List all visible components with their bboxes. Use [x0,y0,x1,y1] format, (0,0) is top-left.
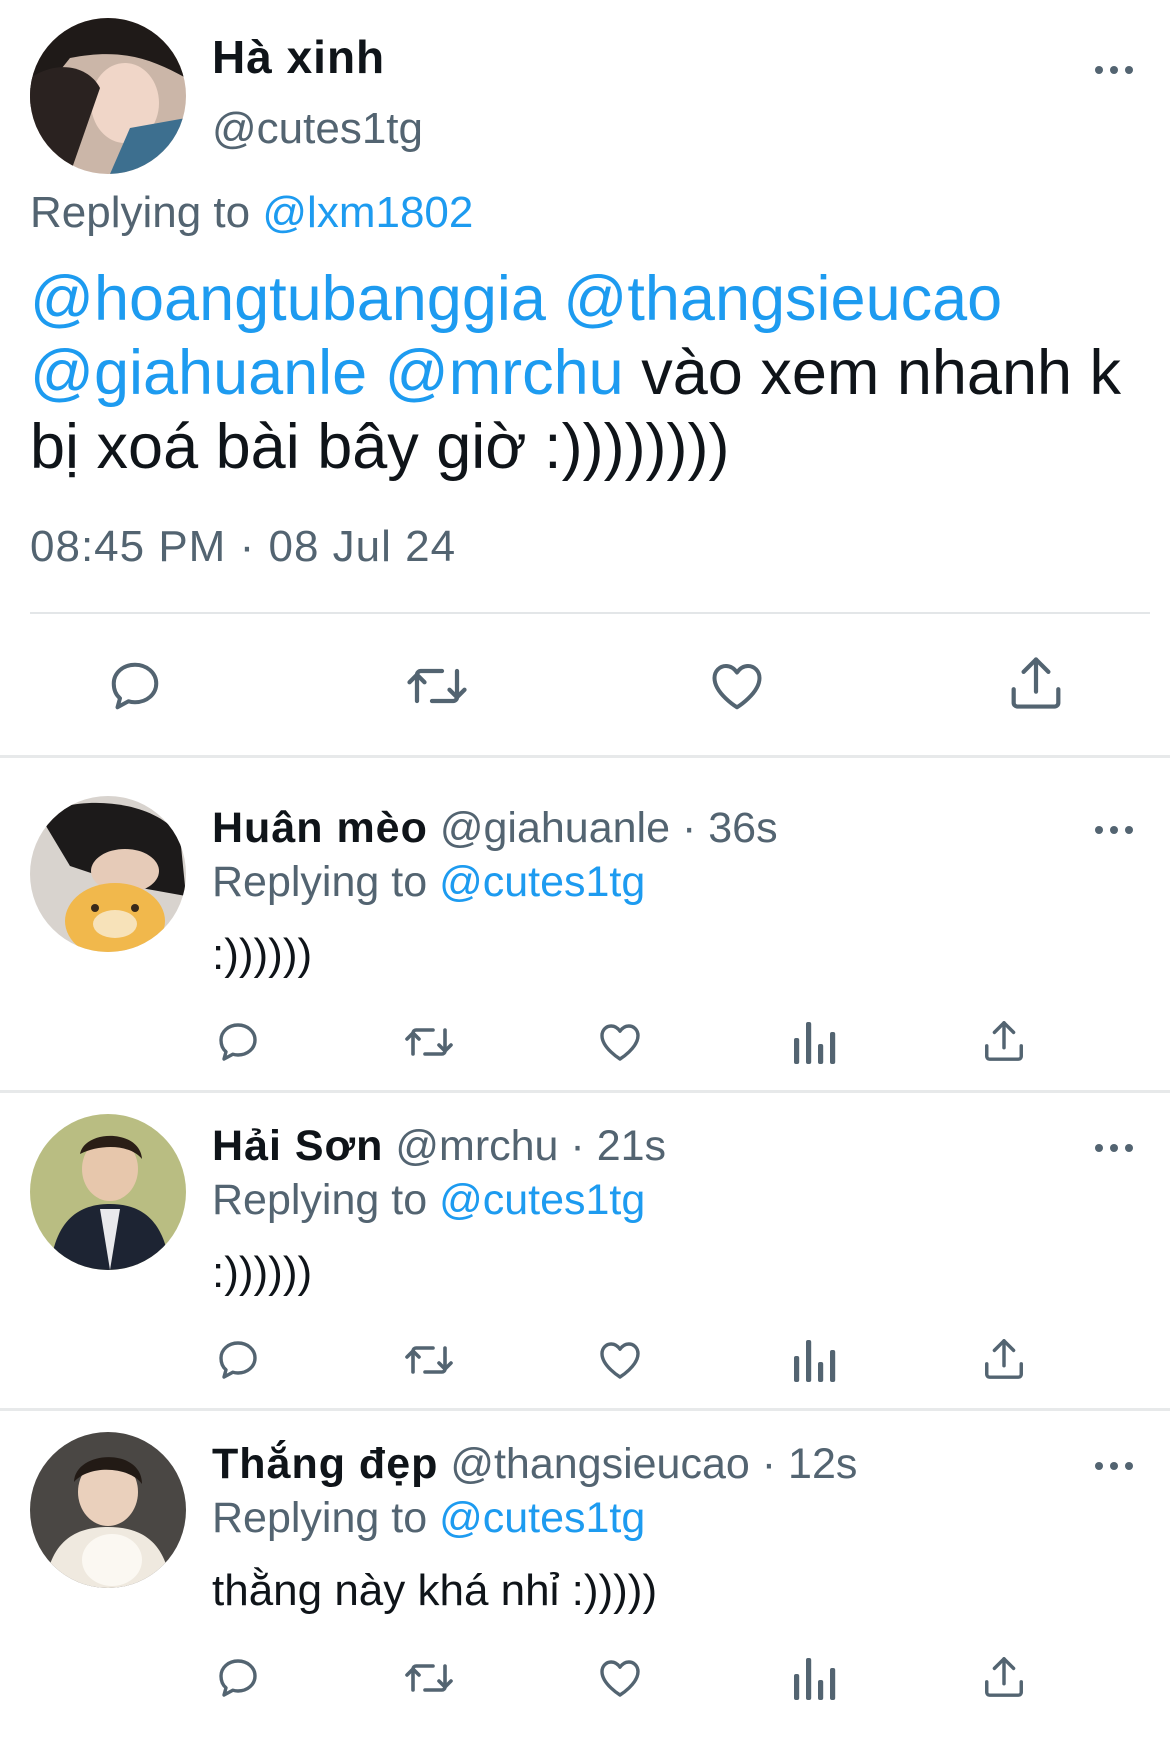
share-icon[interactable] [981,1334,1027,1384]
display-name[interactable]: Hải Sơn [212,1122,383,1170]
replying-to-handle-link[interactable]: @cutes1tg [439,1494,645,1542]
more-options-icon[interactable] [1095,820,1139,840]
replying-to-label: Replying to [212,858,428,906]
share-icon[interactable] [981,1016,1027,1066]
retweet-icon[interactable] [402,1654,456,1702]
reply-time[interactable]: 36s [708,804,777,852]
reply-header: Huân mèo @giahuanle · 36s [212,804,778,853]
mention-link[interactable]: @thangsieucao [563,264,1002,334]
separator-dot: · [761,1440,777,1488]
replying-to-handle-link[interactable]: @lxm1802 [262,188,473,237]
reply-tweet[interactable]: Hải Sơn @mrchu · 21s Replying to @cutes1… [0,1110,1170,1428]
reply-text: :)))))) [212,930,313,979]
reply-icon[interactable] [214,1336,262,1384]
reply-text: thằng này khá nhỉ :))))) [212,1566,658,1615]
reply-icon[interactable] [105,656,165,716]
separator-dot: · [570,1122,585,1170]
retweet-icon[interactable] [404,656,470,716]
replying-to-handle-link[interactable]: @cutes1tg [439,1176,645,1224]
divider [0,1090,1170,1093]
divider [0,755,1170,758]
analytics-icon[interactable] [792,1338,836,1384]
like-icon[interactable] [596,1018,644,1066]
separator-dot: · [681,804,697,852]
reply-icon[interactable] [214,1654,262,1702]
separator-dot: · [239,522,256,571]
mention-link[interactable]: @giahuanle [30,338,367,408]
replying-to: Replying to @cutes1tg [212,858,645,907]
user-handle[interactable]: @mrchu [395,1122,558,1170]
display-name[interactable]: Hà xinh [212,30,385,84]
avatar[interactable] [30,796,186,952]
reply-icon[interactable] [214,1018,262,1066]
tweet-date: 08 Jul 24 [268,522,457,571]
reply-header: Hải Sơn @mrchu · 21s [212,1122,666,1171]
reply-header: Thắng đẹp @thangsieucao · 12s [212,1440,857,1489]
reply-text: :)))))) [212,1248,313,1297]
like-icon[interactable] [596,1336,644,1384]
analytics-icon[interactable] [792,1020,836,1066]
tweet-time: 08:45 PM [30,522,227,571]
replying-to-label: Replying to [212,1494,428,1542]
retweet-icon[interactable] [402,1336,456,1384]
mention-link[interactable]: @mrchu [385,338,624,408]
display-name[interactable]: Huân mèo [212,804,428,852]
share-icon[interactable] [981,1652,1027,1702]
avatar[interactable] [30,18,186,174]
analytics-icon[interactable] [792,1656,836,1702]
share-icon[interactable] [1006,652,1066,714]
mention-link[interactable]: @hoangtubanggia [30,264,546,334]
display-name[interactable]: Thắng đẹp [212,1440,438,1488]
tweet-timestamp[interactable]: 08:45 PM · 08 Jul 24 [30,522,456,572]
like-icon[interactable] [596,1654,644,1702]
replying-to: Replying to @cutes1tg [212,1176,645,1225]
more-options-icon[interactable] [1095,60,1139,80]
replying-to-label: Replying to [212,1176,428,1224]
avatar[interactable] [30,1432,186,1588]
replying-to: Replying to @lxm1802 [30,188,473,238]
user-handle[interactable]: @giahuanle [440,804,670,852]
divider [30,612,1150,614]
reply-time[interactable]: 21s [597,1122,666,1170]
more-options-icon[interactable] [1095,1138,1139,1158]
reply-tweet[interactable]: Huân mèo @giahuanle · 36s Replying to @c… [0,792,1170,1110]
avatar[interactable] [30,1114,186,1270]
divider [0,1408,1170,1411]
retweet-icon[interactable] [402,1018,456,1066]
like-icon[interactable] [707,656,767,716]
user-handle[interactable]: @cutes1tg [212,104,423,154]
reply-tweet[interactable]: Thắng đẹp @thangsieucao · 12s Replying t… [0,1428,1170,1746]
more-options-icon[interactable] [1095,1456,1139,1476]
replying-to-handle-link[interactable]: @cutes1tg [439,858,645,906]
tweet-text: @hoangtubanggia @thangsieucao @giahuanle… [30,262,1150,484]
replying-to-label: Replying to [30,188,251,237]
replying-to: Replying to @cutes1tg [212,1494,645,1543]
user-handle[interactable]: @thangsieucao [450,1440,749,1488]
reply-time[interactable]: 12s [788,1440,857,1488]
